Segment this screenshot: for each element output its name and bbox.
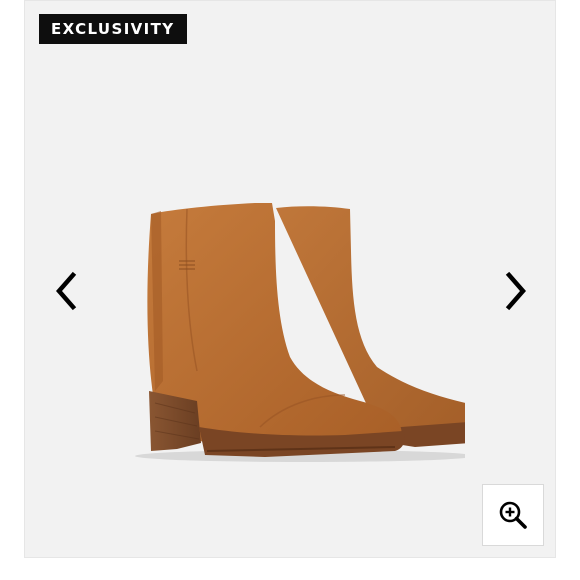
chevron-left-icon bbox=[56, 271, 77, 311]
exclusivity-badge: EXCLUSIVITY bbox=[39, 14, 187, 44]
previous-image-button[interactable] bbox=[51, 269, 81, 313]
next-image-button[interactable] bbox=[501, 269, 531, 313]
zoom-button[interactable] bbox=[482, 484, 544, 546]
product-image[interactable] bbox=[115, 181, 482, 481]
chevron-right-icon bbox=[505, 271, 526, 311]
ankle-boots-image bbox=[135, 203, 482, 462]
product-image-gallery: EXCLUSIVITY bbox=[24, 0, 556, 558]
zoom-in-icon bbox=[499, 501, 527, 529]
